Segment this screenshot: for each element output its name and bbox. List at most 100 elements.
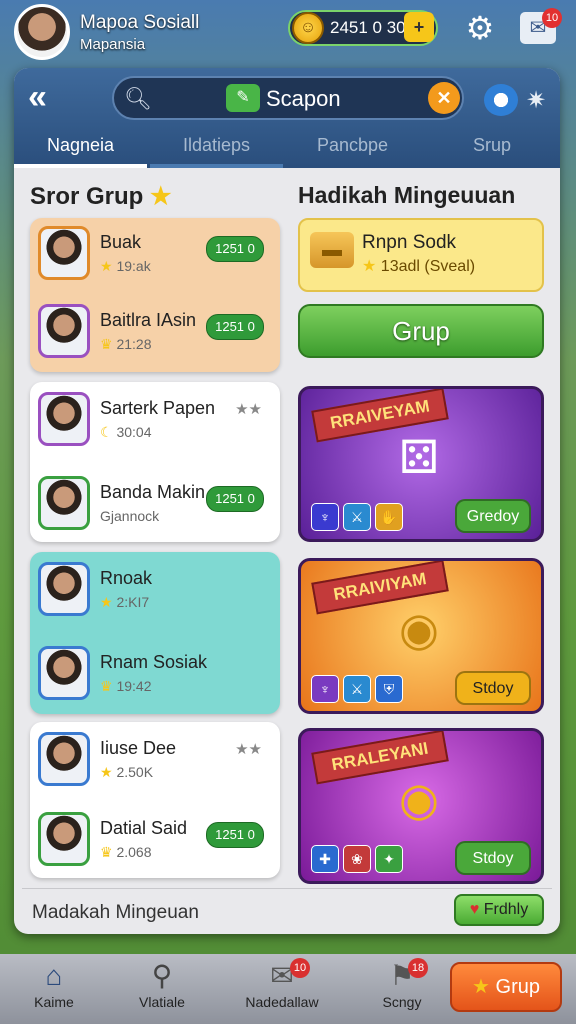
hand-icon: ✋ [375, 503, 403, 531]
group-name: Buak [100, 232, 142, 252]
coin-icon: ◉ [398, 773, 440, 825]
notification-badge: 10 [290, 958, 310, 978]
search-icon: 🔍︎ [124, 86, 152, 111]
group-badge[interactable]: 1251 0 [206, 236, 264, 262]
avatar [38, 392, 90, 446]
sword-icon: ⚔ [343, 675, 371, 703]
heart-icon: ♥ [469, 901, 480, 918]
promo-card[interactable]: RRAIVEYAM ⚄ ♆ ⚔ ✋ Gredoy [298, 386, 544, 542]
tab-nagneia[interactable]: Nagneia [14, 130, 147, 168]
nav-item-kaime[interactable]: ⌂ Kaime [4, 954, 104, 1024]
flag-icon: ⚑ [389, 960, 415, 991]
item-icon: ♆ [311, 675, 339, 703]
currency-value: 2451 0 30 [330, 18, 406, 37]
nav-label: Vlatiale [139, 994, 185, 1010]
tab-ildatieps[interactable]: Ildatieps [150, 130, 283, 168]
search-input[interactable]: Scapon [266, 86, 341, 112]
close-icon[interactable]: ✕ [428, 82, 460, 114]
promo-card[interactable]: RRALEYANI ◉ ✚ ❀ ✦ Stdoy [298, 728, 544, 884]
sword-icon: ⚔ [343, 503, 371, 531]
group-card: Buak ★ 19:ak 1251 0 Baitlra IAsin ♛ 21:2… [30, 218, 280, 372]
coin-icon: ☺ [292, 12, 324, 44]
group-row[interactable]: Sarterk Papen ☾ 30:04 ★★ [38, 386, 272, 456]
footer-button[interactable]: ♥ Frdhly [454, 894, 544, 926]
search-tag-icon: ✎ [226, 84, 260, 112]
group-row[interactable]: Banda Makin Gjannock 1251 0 [38, 470, 272, 540]
rose-icon: ❀ [343, 845, 371, 873]
group-badge[interactable]: 1251 0 [206, 314, 264, 340]
tab-srup[interactable]: Srup [424, 130, 560, 168]
group-name: Datial Said [100, 818, 188, 838]
right-section-title: Hadikah Mingeuuan [298, 182, 516, 208]
group-name: Iiuse Dee [100, 738, 177, 758]
tab-bar: Nagneia Ildatieps Pancbpe Srup [14, 130, 560, 168]
group-row[interactable]: Baitlra IAsin ♛ 21:28 1251 0 [38, 298, 272, 368]
notification-badge: 18 [408, 958, 428, 978]
group-row[interactable]: Rnam Sosiak ♛ 19:42 [38, 640, 272, 710]
player-avatar[interactable] [14, 4, 70, 60]
nav-item-scngy[interactable]: ⚑ Scngy 18 [352, 954, 452, 1024]
promo-button[interactable]: Gredoy [455, 499, 531, 533]
potion-icon[interactable] [484, 84, 518, 116]
group-name: Rnam Sosiak [100, 652, 208, 672]
back-icon[interactable]: « [28, 80, 68, 114]
group-sub: ♛ 21:28 [100, 336, 152, 352]
star-icon: ★ [150, 183, 172, 210]
avatar [38, 732, 90, 786]
nav-item-nadedallaw[interactable]: ✉ Nadedallaw 10 [232, 954, 332, 1024]
mail-badge: 10 [542, 8, 562, 28]
group-sub: Gjannock [100, 508, 160, 524]
item-icon: ✚ [311, 845, 339, 873]
tab-pancbpe[interactable]: Pancbpe [286, 130, 419, 168]
group-sub: ★ 19:ak [100, 258, 151, 274]
grup-button[interactable]: Grup [298, 304, 544, 358]
star-icon: ★ [472, 976, 490, 998]
group-name: Banda Makin [100, 482, 206, 502]
panel-header: « 🔍︎ ✎ Scapon ✕ ✷ Nagneia Ildatieps Panc… [14, 68, 560, 168]
gift-sub: ★ 13adl (Sveal) [362, 258, 476, 275]
group-row[interactable]: Rnoak ★ 2:KI7 [38, 556, 272, 626]
group-card: Sarterk Papen ☾ 30:04 ★★ Banda Makin Gja… [30, 382, 280, 542]
nav-label: Nadedallaw [245, 994, 319, 1010]
item-icon: ♆ [311, 503, 339, 531]
avatar [38, 476, 90, 530]
group-row[interactable]: Datial Said ♛ 2.068 1251 0 [38, 806, 272, 876]
shield-icon: ⛨ [375, 675, 403, 703]
coin-stack-icon: ◉ [398, 603, 440, 655]
promo-button[interactable]: Stdoy [455, 671, 531, 705]
group-name: Baitlra IAsin [100, 310, 197, 330]
group-row[interactable]: Buak ★ 19:ak 1251 0 [38, 220, 272, 290]
gift-title: Rnpn Sodk [362, 232, 457, 253]
chat-icon: ✉ [270, 960, 294, 991]
group-name: Sarterk Papen [100, 398, 216, 418]
leaf-icon: ✦ [375, 845, 403, 873]
left-section-title: Sror Grup ★ [30, 183, 172, 210]
group-sub: ☾ 30:04 [100, 424, 152, 440]
avatar [38, 226, 90, 280]
group-sub: ♛ 19:42 [100, 678, 152, 694]
group-badge[interactable]: 1251 0 [206, 486, 264, 512]
nav-label: Scngy [382, 994, 422, 1010]
avatar [38, 646, 90, 700]
nav-item-vlatiale[interactable]: ⚲ Vlatiale [112, 954, 212, 1024]
group-row[interactable]: Iiuse Dee ★ 2.50K ★★ [38, 726, 272, 796]
divider [22, 888, 552, 889]
group-name: Rnoak [100, 568, 153, 588]
grup-action-button[interactable]: ★ Grup [450, 962, 562, 1012]
player-subtitle: Mapansia [80, 36, 146, 53]
gear-icon[interactable]: ⚙ [462, 10, 498, 46]
group-card: Rnoak ★ 2:KI7 Rnam Sosiak ♛ 19:42 [30, 552, 280, 714]
promo-card[interactable]: RRAIVIYAM ◉ ♆ ⚔ ⛨ Stdoy [298, 558, 544, 714]
search-icon: ⚲ [151, 960, 173, 991]
player-name: Mapoa Sosiall [80, 12, 200, 33]
group-sub: ★ 2:KI7 [100, 594, 150, 610]
dice-icon: ⚄ [399, 431, 439, 483]
sparkle-icon: ✷ [526, 87, 547, 114]
home-icon: ⌂ [45, 960, 63, 991]
group-badge[interactable]: 1251 0 [206, 822, 264, 848]
avatar [38, 304, 90, 358]
avatar [38, 812, 90, 866]
promo-button[interactable]: Stdoy [455, 841, 531, 875]
add-currency-button[interactable]: + [404, 12, 434, 42]
rating-stars: ★★ [235, 401, 262, 418]
